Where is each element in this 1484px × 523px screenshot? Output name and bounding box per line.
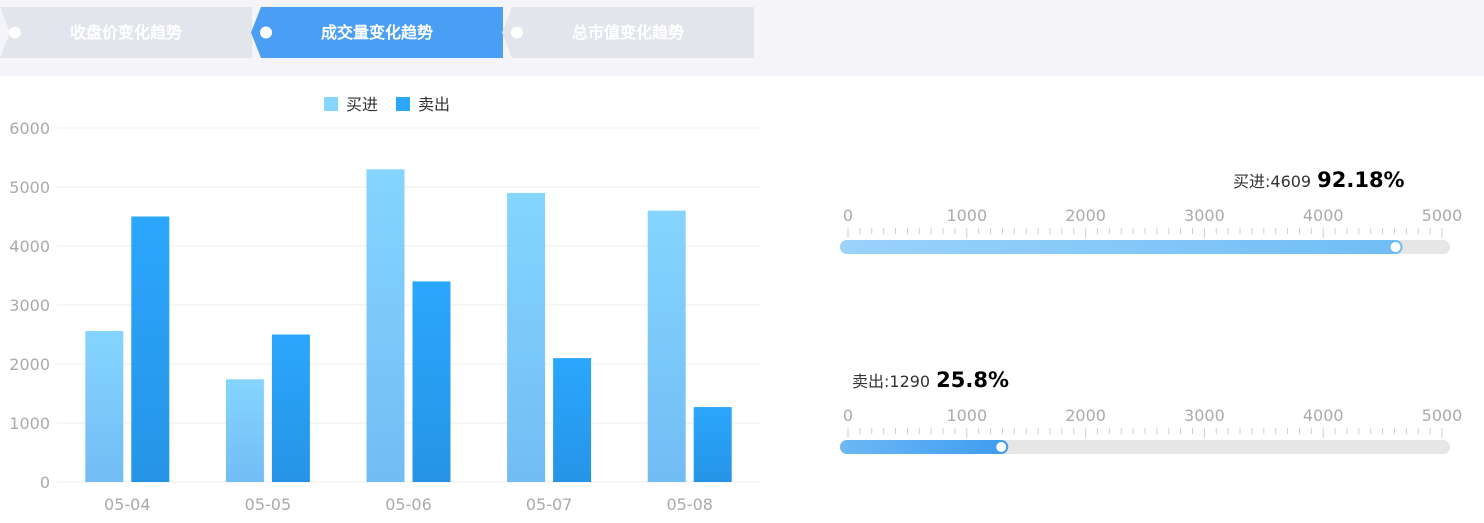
y-tick-label: 1000 <box>9 414 50 433</box>
y-tick-label: 3000 <box>9 296 50 315</box>
gauge-tick-label: 4000 <box>1303 206 1344 225</box>
tab-label: 总市值变化趋势 <box>571 23 684 42</box>
gauge-tick-label: 0 <box>843 206 853 225</box>
x-tick-label: 05-06 <box>385 495 432 514</box>
gauge-percent-sell: 25.8% <box>936 368 1009 392</box>
gauge-tick-label: 2000 <box>1065 206 1106 225</box>
bar-sell[interactable] <box>131 216 170 483</box>
y-tick-label: 4000 <box>9 237 50 256</box>
gauge-caption-buy: 买进:4609 92.18% <box>1233 168 1405 198</box>
tab-label: 成交量变化趋势 <box>320 23 433 42</box>
gauge-sell: 0 1000 2000 3000 4000 5000 <box>840 406 1462 454</box>
y-tick-label: 6000 <box>9 119 50 138</box>
gauge-fill <box>840 440 1009 454</box>
tab-market-value-trend[interactable]: 总市值变化趋势 <box>502 7 754 58</box>
x-tick-label: 05-07 <box>526 495 573 514</box>
gauge-label-buy: 买进:4609 <box>1233 172 1312 191</box>
bar-buy[interactable] <box>85 330 124 482</box>
bar-buy[interactable] <box>507 192 546 482</box>
tab-bar: 收盘价变化趋势 成交量变化趋势 总市值变化趋势 <box>0 0 1484 76</box>
gauge-fill <box>840 240 1403 254</box>
x-tick-label: 05-05 <box>245 495 292 514</box>
x-tick-label: 05-04 <box>104 495 151 514</box>
y-tick-label: 5000 <box>9 178 50 197</box>
tab-label: 收盘价变化趋势 <box>69 23 182 42</box>
tab-close-price-trend[interactable]: 收盘价变化趋势 <box>0 7 252 58</box>
x-tick-label: 05-08 <box>666 495 713 514</box>
bar-sell[interactable] <box>693 407 732 482</box>
legend-label-buy: 买进 <box>346 95 378 114</box>
gauge-tick-label: 5000 <box>1422 206 1463 225</box>
gauge-buy: 0 1000 2000 3000 4000 5000 <box>840 206 1462 254</box>
y-tick-label: 0 <box>40 473 50 492</box>
gauge-tick-label: 5000 <box>1422 406 1463 425</box>
gauge-tick-label: 2000 <box>1065 406 1106 425</box>
gauge-label-sell: 卖出:1290 <box>852 372 931 391</box>
gauge-tick-label: 0 <box>843 406 853 425</box>
legend-swatch-sell <box>396 97 410 111</box>
y-tick-label: 2000 <box>9 355 50 374</box>
gauge-track <box>840 240 1450 254</box>
gauge-tick-label: 4000 <box>1303 406 1344 425</box>
chart-panel: 0 1000 2000 3000 4000 5000 6000 05-04 05-05 05-06… <box>0 76 1484 523</box>
bar-sell[interactable] <box>553 358 592 482</box>
gauge-percent-buy: 92.18% <box>1317 168 1405 192</box>
legend-swatch-buy <box>324 97 338 111</box>
gauge-tick-label: 1000 <box>946 406 987 425</box>
tab-volume-trend[interactable]: 成交量变化趋势 <box>251 7 503 58</box>
bar-sell[interactable] <box>412 281 451 482</box>
legend-label-sell: 卖出 <box>418 95 450 114</box>
gauge-tick-label: 1000 <box>946 206 987 225</box>
bar-sell[interactable] <box>271 334 310 483</box>
gauge-knob-icon <box>1390 242 1401 252</box>
gauge-tick-label: 3000 <box>1184 406 1225 425</box>
bar-buy[interactable] <box>366 169 405 483</box>
bars <box>85 169 732 483</box>
volume-bar-chart: 0 1000 2000 3000 4000 5000 6000 05-04 05-05 05-06… <box>9 95 760 514</box>
bar-buy[interactable] <box>647 210 686 482</box>
gauge-track <box>840 440 1450 454</box>
gauge-knob-icon <box>996 442 1007 452</box>
gauge-tick-label: 3000 <box>1184 206 1225 225</box>
legend: 买进 卖出 <box>324 95 450 114</box>
gauge-caption-sell: 卖出:1290 25.8% <box>852 368 1009 398</box>
bar-buy[interactable] <box>225 379 264 482</box>
